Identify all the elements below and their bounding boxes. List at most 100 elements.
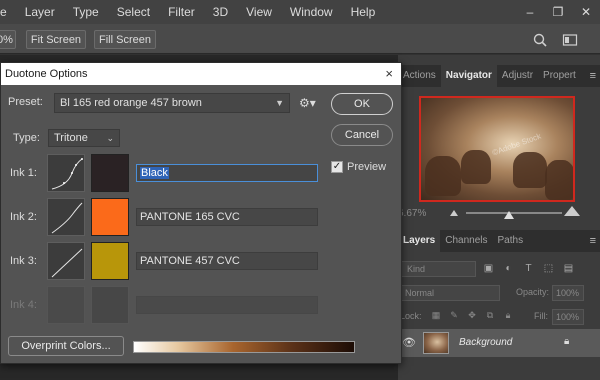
ink-1-name-text: Black	[140, 167, 169, 179]
tab-adjustments[interactable]: Adjustr	[497, 65, 538, 87]
smart-filter-icon[interactable]: ▤	[562, 262, 575, 275]
duotone-options-dialog: Duotone Options × Preset: Bl 165 red ora…	[0, 62, 402, 364]
panel-menu-icon[interactable]: ≡	[590, 65, 596, 87]
thumbnail-chair	[461, 150, 491, 184]
lock-artboard-icon[interactable]: ⧉	[484, 309, 496, 321]
ink-1-curve-button[interactable]	[47, 154, 85, 192]
blend-mode-select[interactable]: Normal	[400, 285, 500, 301]
tab-navigator[interactable]: Navigator	[440, 65, 497, 87]
dialog-title-bar: Duotone Options ×	[1, 63, 401, 85]
preset-value: Bl 165 red orange 457 brown	[60, 97, 202, 109]
tab-paths[interactable]: Paths	[493, 230, 529, 252]
overprint-colors-button[interactable]: Overprint Colors...	[8, 336, 124, 356]
tab-properties[interactable]: Propert	[538, 65, 581, 87]
tab-layers[interactable]: Layers	[398, 230, 441, 252]
zoom-out-icon[interactable]	[450, 210, 458, 216]
tone-gradient-bar	[133, 341, 355, 353]
type-label: Type:	[13, 132, 40, 144]
navigator-tabs: Actions Navigator Adjustr Propert ≡	[398, 65, 600, 87]
blend-mode-value: Normal	[405, 288, 435, 298]
navigator-zoom-value[interactable]: 6.67%	[398, 208, 426, 219]
lock-label: Lock:	[400, 311, 422, 321]
menu-edit[interactable]: e	[0, 5, 16, 19]
ink-2-name-field[interactable]: PANTONE 165 CVC	[136, 208, 318, 226]
chevron-down-icon: ▼	[275, 98, 284, 108]
kind-filter-label: Kind	[407, 264, 426, 274]
ink-1-name-field[interactable]: Black	[136, 164, 318, 182]
preview-checkbox[interactable]: ✓	[331, 161, 343, 173]
ink-2-curve-button[interactable]	[47, 198, 85, 236]
lock-all-icon[interactable]: 🔒︎	[502, 309, 514, 321]
menu-type[interactable]: Type	[64, 5, 108, 19]
adjustment-filter-icon[interactable]: ◐	[502, 262, 515, 275]
ink-3-curve-icon	[51, 248, 83, 278]
right-panels: Actions Navigator Adjustr Propert ≡ ©Ado…	[398, 55, 600, 380]
type-value: Tritone	[54, 132, 88, 144]
chevron-down-icon: ⌄	[106, 133, 114, 143]
cancel-button[interactable]: Cancel	[331, 124, 393, 146]
fill-screen-button[interactable]: Fill Screen	[94, 30, 156, 49]
thumbnail-chair	[425, 156, 461, 196]
layer-name[interactable]: Background	[459, 337, 512, 348]
pixel-filter-icon[interactable]: ▣	[482, 262, 495, 275]
close-icon[interactable]: ×	[385, 63, 393, 85]
ink-2-label: Ink 2:	[10, 211, 37, 223]
ink-3-label: Ink 3:	[10, 255, 37, 267]
menu-help[interactable]: Help	[342, 5, 385, 19]
preset-select[interactable]: Bl 165 red orange 457 brown ▼	[54, 93, 290, 113]
ink-1-color-swatch[interactable]	[91, 154, 129, 192]
zoom-in-icon[interactable]	[564, 206, 580, 216]
menu-filter[interactable]: Filter	[159, 5, 204, 19]
search-icon[interactable]	[532, 32, 548, 48]
ink-4-curve-button	[47, 286, 85, 324]
fit-screen-button[interactable]: Fit Screen	[26, 30, 86, 49]
lock-position-icon[interactable]: ✥	[466, 309, 478, 321]
zoom-percent-button[interactable]: 0%	[0, 30, 16, 49]
layer-thumbnail	[423, 332, 449, 354]
tab-channels[interactable]: Channels	[440, 230, 492, 252]
menu-view[interactable]: View	[237, 5, 281, 19]
workspace-icon[interactable]	[562, 32, 578, 48]
menu-3d[interactable]: 3D	[204, 5, 237, 19]
ink-2-color-swatch[interactable]	[91, 198, 129, 236]
close-window-button[interactable]: ✕	[572, 0, 600, 24]
ink-1-label: Ink 1:	[10, 167, 37, 179]
layer-filter-select[interactable]: Kind	[400, 261, 476, 277]
visibility-eye-icon[interactable]: 👁︎	[402, 336, 416, 349]
window-controls: – ❐ ✕	[516, 0, 600, 24]
lock-pixels-icon[interactable]: ✎	[448, 309, 460, 321]
shape-filter-icon[interactable]: ⬚	[542, 262, 555, 275]
ink-3-color-swatch[interactable]	[91, 242, 129, 280]
layers-tabs: Layers Channels Paths ≡	[398, 230, 600, 252]
menu-window[interactable]: Window	[281, 5, 342, 19]
ink-4-color-swatch	[91, 286, 129, 324]
tab-actions[interactable]: Actions	[398, 65, 441, 87]
fill-label: Fill:	[534, 311, 548, 321]
layer-row-background[interactable]: 👁︎ Background 🔒︎	[398, 329, 600, 357]
restore-button[interactable]: ❐	[544, 0, 572, 24]
type-select[interactable]: Tritone ⌄	[48, 129, 120, 147]
thumbnail-chair	[513, 152, 547, 188]
fill-field[interactable]: 100%	[552, 309, 584, 325]
zoom-slider-track[interactable]	[466, 212, 562, 214]
ink-1-curve-icon	[51, 158, 83, 190]
ok-button[interactable]: OK	[331, 93, 393, 115]
type-filter-icon[interactable]: T	[522, 262, 535, 275]
layer-lock-icon: 🔒︎	[564, 336, 570, 347]
ink-4-name-field	[136, 296, 318, 314]
ink-3-curve-button[interactable]	[47, 242, 85, 280]
opacity-field[interactable]: 100%	[552, 285, 584, 301]
preset-label: Preset:	[8, 96, 43, 108]
dialog-title: Duotone Options	[5, 68, 88, 80]
preset-gear-icon[interactable]: ⚙︎▾	[299, 96, 316, 110]
ink-4-label: Ink 4:	[10, 299, 37, 311]
menu-layer[interactable]: Layer	[16, 5, 64, 19]
layers-menu-icon[interactable]: ≡	[590, 230, 596, 252]
lock-transparency-icon[interactable]: ▦	[430, 309, 442, 321]
menu-select[interactable]: Select	[108, 5, 159, 19]
minimize-button[interactable]: –	[516, 0, 544, 24]
ink-3-name-field[interactable]: PANTONE 457 CVC	[136, 252, 318, 270]
zoom-slider-handle[interactable]	[504, 211, 514, 219]
opacity-label: Opacity:	[516, 287, 550, 297]
navigator-thumbnail[interactable]: ©Adobe Stock	[419, 96, 575, 202]
